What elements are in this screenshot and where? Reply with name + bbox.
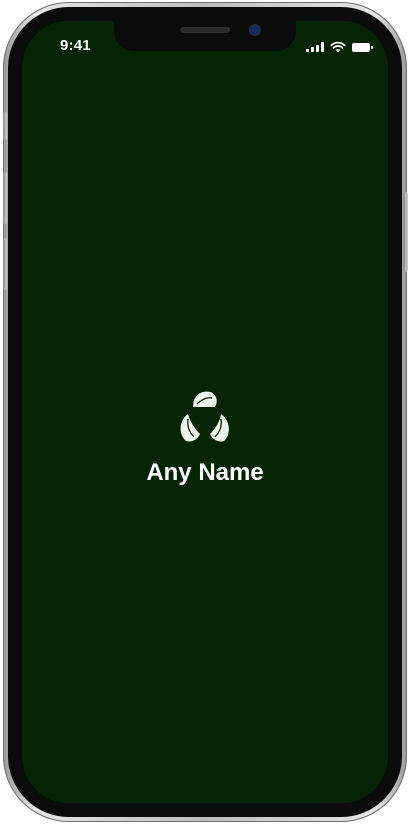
wifi-icon — [330, 41, 346, 53]
volume-down-button — [3, 238, 7, 290]
volume-up-button — [3, 172, 7, 224]
notch — [114, 21, 296, 51]
speaker-grille — [180, 27, 230, 33]
front-camera — [250, 25, 260, 35]
phone-bezel: 9:41 Any Name — [8, 7, 402, 817]
side-button — [403, 192, 408, 272]
phone-frame: 9:41 Any Name — [3, 2, 408, 822]
app-name: Any Name — [146, 459, 264, 486]
splash-brand: Any Name — [22, 387, 388, 487]
status-time: 9:41 — [60, 37, 91, 54]
recycle-leaves-icon — [180, 391, 229, 442]
cellular-signal-icon — [306, 42, 324, 52]
mute-switch — [3, 112, 7, 140]
battery-icon — [352, 42, 373, 52]
screen: 9:41 Any Name — [22, 21, 388, 803]
status-icons — [306, 41, 373, 53]
